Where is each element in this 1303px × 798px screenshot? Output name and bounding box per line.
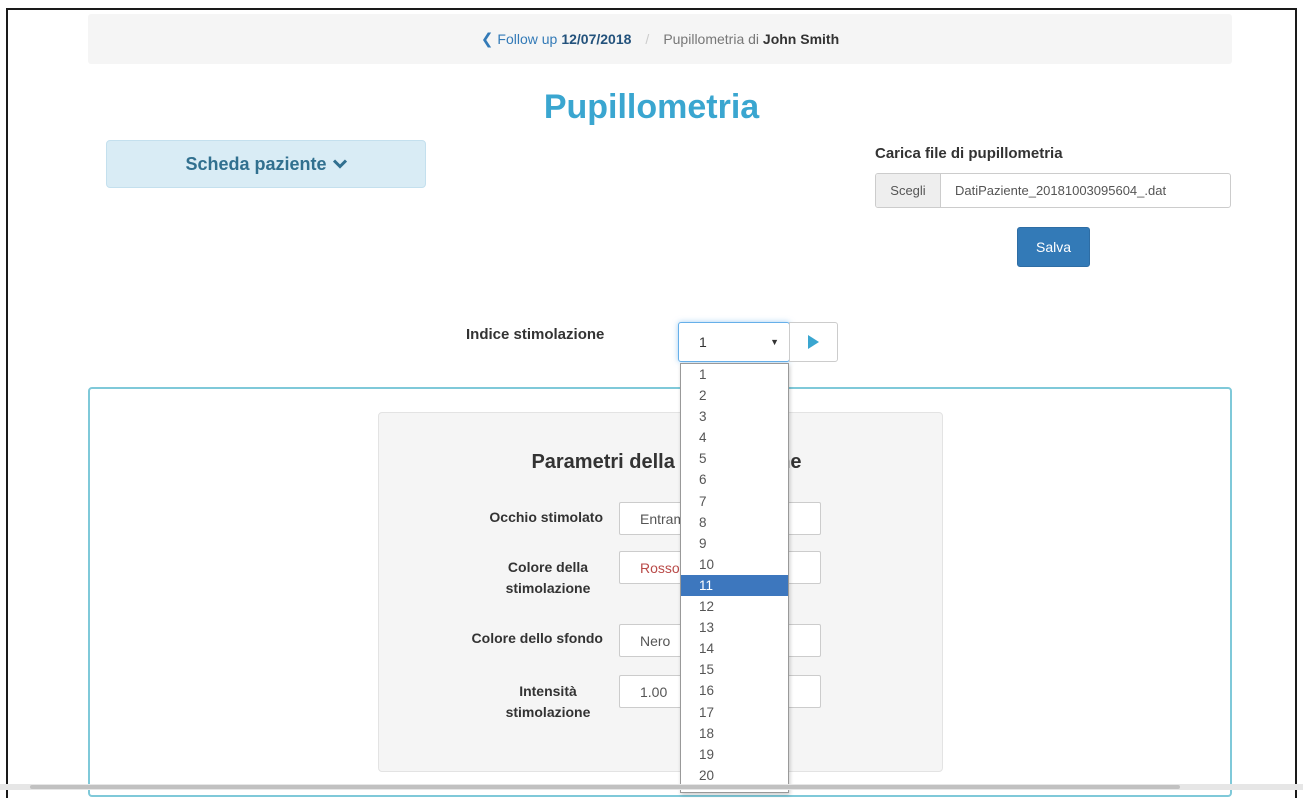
field-label-bg-color: Colore dello sfondo [471,630,603,646]
breadcrumb-current: Pupillometria di John Smith [663,31,839,47]
dropdown-option[interactable]: 17 [681,702,788,723]
patient-card-label: Scheda paziente [185,153,327,174]
field-label-intensity: Intensità stimolazione [423,681,603,723]
dropdown-option[interactable]: 14 [681,638,788,659]
breadcrumb-current-prefix: Pupillometria di [663,31,760,47]
dropdown-option[interactable]: 4 [681,427,788,448]
field-label-stim-color-text: Colore della stimolazione [505,559,591,596]
choose-file-button[interactable]: Scegli [876,174,941,207]
file-name-field[interactable]: DatiPaziente_20181003095604_.dat [941,174,1230,207]
stimulation-index-label: Indice stimolazione [466,326,605,343]
back-link[interactable]: ❮ Follow up 12/07/2018 [481,30,632,48]
play-icon [808,335,819,349]
dropdown-option[interactable]: 18 [681,723,788,744]
stimulation-index-dropdown[interactable]: 1 2 3 4 5 6 7 8 9 10 11 12 13 14 15 16 17 18 19 20 [680,363,789,793]
stimulation-index-value: 1 [699,334,707,350]
dropdown-option[interactable]: 6 [681,469,788,490]
parameters-title: Parametri della stimolazione [531,451,802,473]
dropdown-option[interactable]: 9 [681,533,788,554]
dropdown-option[interactable]: 3 [681,406,788,427]
patient-card-toggle-button[interactable]: Scheda paziente [106,140,426,188]
upload-label: Carica file di pupillometria [875,145,1063,162]
dropdown-option[interactable]: 11 [681,574,788,597]
breadcrumb-separator: / [645,31,650,47]
save-button[interactable]: Salva [1017,227,1090,267]
chevron-left-icon: ❮ [480,31,494,48]
dropdown-option[interactable]: 10 [681,554,788,575]
patient-name: John Smith [762,31,840,47]
caret-down-icon: ▼ [770,337,779,347]
dropdown-option[interactable]: 8 [681,512,788,533]
play-button[interactable] [789,322,838,362]
file-input-group: Scegli DatiPaziente_20181003095604_.dat [875,173,1231,208]
field-label-stim-color: Colore della stimolazione [423,557,603,599]
field-label-intensity-text: Intensità stimolazione [505,683,591,720]
dropdown-option[interactable]: 20 [681,765,788,786]
dropdown-option[interactable]: 7 [681,491,788,512]
dropdown-option[interactable]: 19 [681,744,788,765]
page-title: Pupillometria [543,88,760,126]
chevron-down-icon [332,159,347,169]
dropdown-option[interactable]: 16 [681,680,788,701]
field-label-eye: Occhio stimolato [489,509,603,525]
horizontal-scrollbar-thumb[interactable] [30,785,1180,789]
dropdown-option[interactable]: 2 [681,385,788,406]
dropdown-option[interactable]: 13 [681,617,788,638]
stimulation-index-select[interactable]: 1 ▼ [678,322,790,362]
dropdown-option[interactable]: 1 [681,364,788,385]
back-link-date: 12/07/2018 [561,31,632,47]
dropdown-option[interactable]: 5 [681,448,788,469]
back-link-prefix: Follow up [497,31,558,47]
dropdown-option[interactable]: 15 [681,659,788,680]
dropdown-option[interactable]: 12 [681,596,788,617]
breadcrumb: ❮ Follow up 12/07/2018 / Pupillometria d… [88,14,1232,64]
